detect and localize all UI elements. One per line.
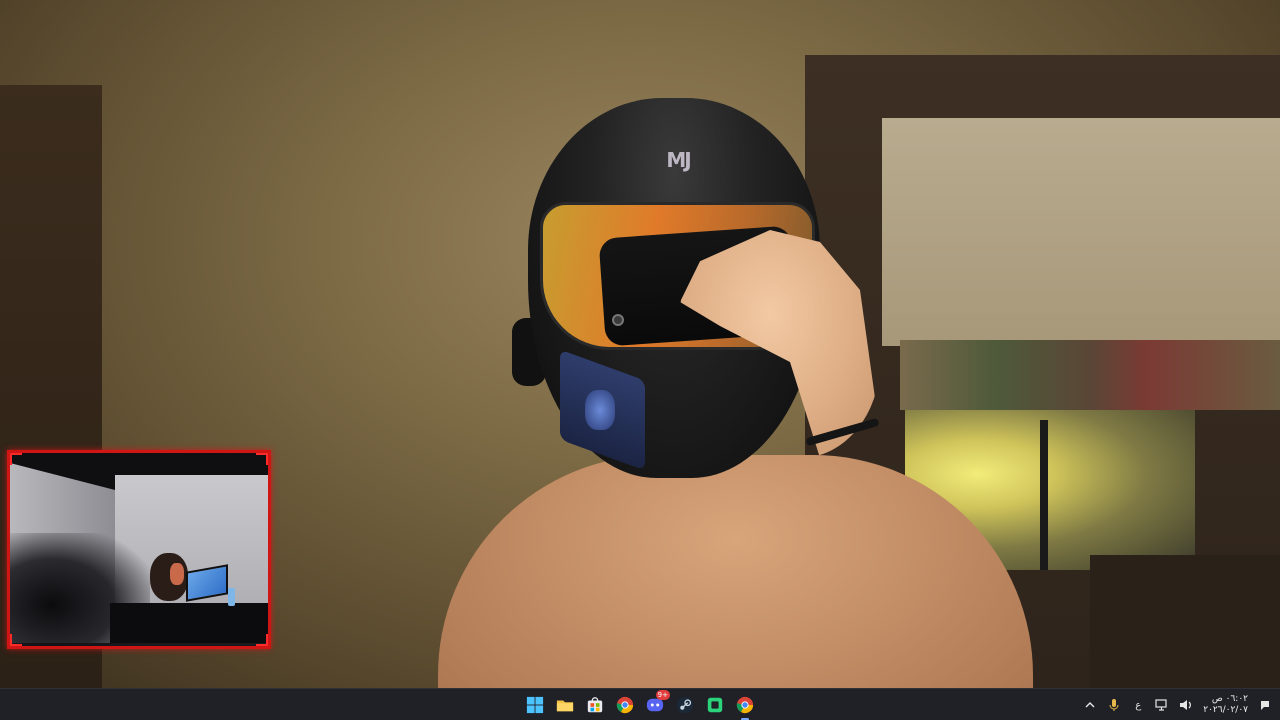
helmet-logo: MJ (666, 148, 691, 172)
store-icon[interactable] (584, 694, 606, 716)
windows-start-icon[interactable] (524, 694, 546, 716)
chevron-up-icon[interactable] (1083, 693, 1097, 717)
pip-corner (256, 453, 268, 465)
pip-corner (10, 453, 22, 465)
language-indicator[interactable]: ع (1131, 693, 1145, 717)
chrome-active-icon[interactable] (734, 694, 756, 720)
mic-stand (1040, 420, 1048, 570)
folder-icon[interactable] (554, 694, 576, 716)
taskbar: 9+ ع ٠٦:٠٢ ص ٢٠٢٦/٠٢/٠٧ (0, 688, 1280, 720)
pip-bottle (228, 588, 235, 606)
discord-badge: 9+ (655, 690, 670, 700)
volume-icon[interactable] (1179, 693, 1193, 717)
pip-corner (10, 634, 22, 646)
steam-icon[interactable] (674, 694, 696, 716)
chrome-icon[interactable] (614, 694, 636, 716)
phone-camera-lens (612, 314, 624, 326)
system-tray: ع ٠٦:٠٢ ص ٢٠٢٦/٠٢/٠٧ (1083, 689, 1272, 720)
webcam-overlay[interactable] (7, 450, 271, 649)
clock-date: ٢٠٢٦/٠٢/٠٧ (1203, 705, 1248, 715)
microphone-icon[interactable] (1107, 693, 1121, 717)
poster-strip (900, 340, 1280, 410)
helmet-chin-light (585, 390, 615, 430)
clock[interactable]: ٠٦:٠٢ ص ٢٠٢٦/٠٢/٠٧ (1203, 694, 1248, 716)
pip-desk (110, 603, 268, 643)
discord-icon[interactable]: 9+ (644, 690, 670, 716)
taskbar-apps: 9+ (524, 689, 756, 720)
pip-face (170, 563, 184, 585)
pip-corner (256, 634, 268, 646)
clock-time: ٠٦:٠٢ ص (1211, 694, 1248, 704)
whiteboard (882, 118, 1280, 346)
network-icon[interactable] (1155, 693, 1169, 717)
mirror-lower (1090, 555, 1280, 688)
green-app-icon[interactable] (704, 694, 726, 716)
notification-icon[interactable] (1258, 693, 1272, 717)
